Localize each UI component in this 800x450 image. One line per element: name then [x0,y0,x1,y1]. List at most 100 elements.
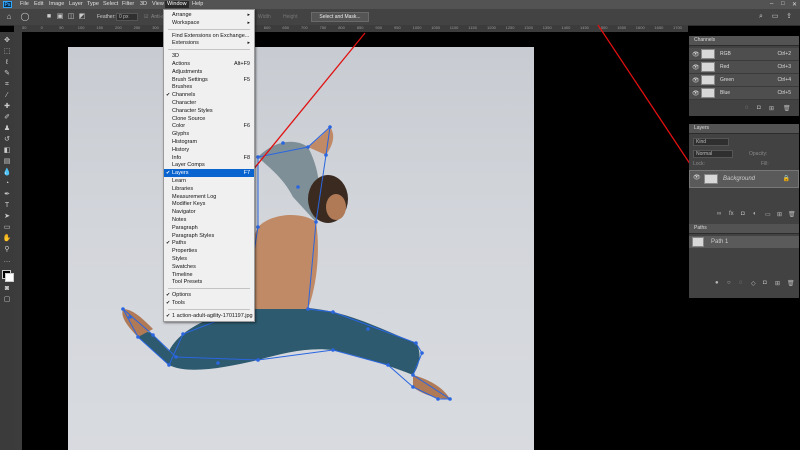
menu-item-layer-comps[interactable]: Layer Comps [164,161,254,169]
path-anchor-point[interactable] [167,363,171,367]
menu-file[interactable]: File [18,1,31,8]
crop-tool-icon[interactable]: ⌗ [2,80,12,89]
eyedropper-icon[interactable]: ⁄ [2,91,12,100]
menu-item-properties[interactable]: Properties [164,247,254,255]
stroke-path-icon[interactable]: ○ [727,280,731,286]
menu-item-measurement-log[interactable]: Measurement Log [164,193,254,201]
menu-item-layers[interactable]: ✔ Layers F7 [164,169,254,178]
path-anchor-point[interactable] [256,358,260,362]
path-anchor-point[interactable] [414,341,418,345]
menu-item-paragraph-styles[interactable]: Paragraph Styles [164,232,254,240]
path-anchor-point[interactable] [256,155,260,159]
path-anchor-point[interactable] [306,307,310,311]
menu-item-history[interactable]: History [164,146,254,154]
menu-filter[interactable]: Filter [120,1,136,8]
path-anchor-point[interactable] [331,310,335,314]
menu-layer[interactable]: Layer [67,1,85,8]
screen-mode-icon[interactable]: ▢ [2,295,12,304]
menu-item-options[interactable]: ✔ Options [164,291,254,299]
menu-item-styles[interactable]: Styles [164,255,254,263]
path-anchor-point[interactable] [256,225,260,229]
menu-type[interactable]: Type [85,1,101,8]
path-anchor-point[interactable] [181,332,185,336]
channel-row-green[interactable]: 👁 Green Ctrl+4 [689,74,799,87]
add-path-mask-icon[interactable]: ◘ [763,280,767,286]
path-anchor-point[interactable] [314,220,318,224]
path-row[interactable]: Path 1 [689,236,799,248]
add-mask-icon[interactable]: ◘ [741,211,745,217]
delete-path-icon[interactable]: 🗑 [787,280,795,287]
hand-tool-icon[interactable]: ✋ [2,234,12,243]
close-icon[interactable]: ✕ [792,1,797,8]
path-select-icon[interactable]: ➤ [2,212,12,221]
lasso-icon[interactable]: ℓ [2,58,12,67]
link-layers-icon[interactable]: ∞ [717,211,721,217]
path-anchor-point[interactable] [121,307,125,311]
channel-visibility-eye-icon[interactable]: 👁 [692,77,700,84]
minimize-icon[interactable]: – [770,1,773,7]
background-color-swatch[interactable] [5,273,14,282]
fill-path-icon[interactable]: ● [715,280,719,286]
menu-item-character[interactable]: Character [164,99,254,107]
path-anchor-point[interactable] [331,348,335,352]
menu-item-swatches[interactable]: Swatches [164,263,254,271]
menu-3d[interactable]: 3D [138,1,149,8]
menu-item-navigator[interactable]: Navigator [164,208,254,216]
photo-jumping-man[interactable] [68,47,534,450]
menu-item-extensions[interactable]: Extensions ▸ [164,39,254,47]
antialias-checkbox[interactable]: ☑ [144,14,148,20]
dodge-tool-icon[interactable]: ◔ [2,179,12,188]
menu-item-libraries[interactable]: Libraries [164,185,254,193]
new-layer-icon[interactable]: ⊞ [777,211,782,218]
menu-item-clone-source[interactable]: Clone Source [164,115,254,123]
path-anchor-point[interactable] [420,351,424,355]
menu-item-histogram[interactable]: Histogram [164,138,254,146]
history-brush-icon[interactable]: ↺ [2,135,12,144]
path-anchor-point[interactable] [296,185,300,189]
menu-item-timeline[interactable]: Timeline [164,271,254,279]
menu-item-channels[interactable]: ✔ Channels [164,91,254,99]
menu-item-learn[interactable]: Learn [164,177,254,185]
layer-style-icon[interactable]: fx [729,211,734,217]
channel-visibility-eye-icon[interactable]: 👁 [692,51,700,58]
subtract-selection-icon[interactable]: ◫ [66,12,76,21]
menu-item-info[interactable]: Info F8 [164,154,254,162]
menu-item-tools[interactable]: ✔ Tools [164,299,254,307]
menu-item-workspace[interactable]: Workspace ▸ [164,19,254,27]
menu-item-actions[interactable]: Actions Alt+F9 [164,60,254,68]
select-and-mask-button[interactable]: Select and Mask... [311,12,369,22]
delete-channel-icon[interactable]: 🗑 [783,105,791,112]
adjustment-layer-icon[interactable]: ◐ [753,211,757,217]
blur-tool-icon[interactable]: 💧 [2,168,12,177]
path-anchor-point[interactable] [328,125,332,129]
path-anchor-point[interactable] [136,335,140,339]
search-icon[interactable]: ⌕ [756,12,766,21]
menu-item-tool-presets[interactable]: Tool Presets [164,278,254,286]
menu-view[interactable]: View [150,1,166,8]
more-tools-icon[interactable]: … [2,256,12,265]
menu-item-notes[interactable]: Notes [164,216,254,224]
maximize-icon[interactable]: □ [781,1,785,7]
channel-row-red[interactable]: 👁 Red Ctrl+3 [689,61,799,74]
menu-item-modifier-keys[interactable]: Modifier Keys [164,200,254,208]
stamp-tool-icon[interactable]: ♟ [2,124,12,133]
menu-item-find-extensions-on-exchange[interactable]: Find Extensions on Exchange... [164,32,254,40]
home-icon[interactable]: ⌂ [4,12,14,21]
lasso-tool-icon[interactable]: ◯ [20,12,30,21]
document-canvas[interactable] [22,32,688,450]
path-anchor-point[interactable] [366,327,370,331]
channel-visibility-eye-icon[interactable]: 👁 [692,90,700,97]
new-path-icon[interactable]: ⊞ [775,280,780,287]
path-anchor-point[interactable] [324,153,328,157]
menu-item-1-action-adult-agility-1701197-jpg[interactable]: ✔ 1 action-adult-agility-1701197.jpg [164,312,254,320]
path-anchor-point[interactable] [128,315,132,319]
menu-item-paths[interactable]: ✔ Paths [164,239,254,247]
path-anchor-point[interactable] [216,361,220,365]
load-path-selection-icon[interactable]: ◌ [739,280,743,286]
channel-row-blue[interactable]: 👁 Blue Ctrl+5 [689,87,799,100]
path-anchor-point[interactable] [151,333,155,337]
menu-select[interactable]: Select [101,1,120,8]
type-tool-icon[interactable]: T [2,201,12,210]
blend-mode-select[interactable]: Normal [693,150,733,158]
menu-item-brushes[interactable]: Brushes [164,83,254,91]
